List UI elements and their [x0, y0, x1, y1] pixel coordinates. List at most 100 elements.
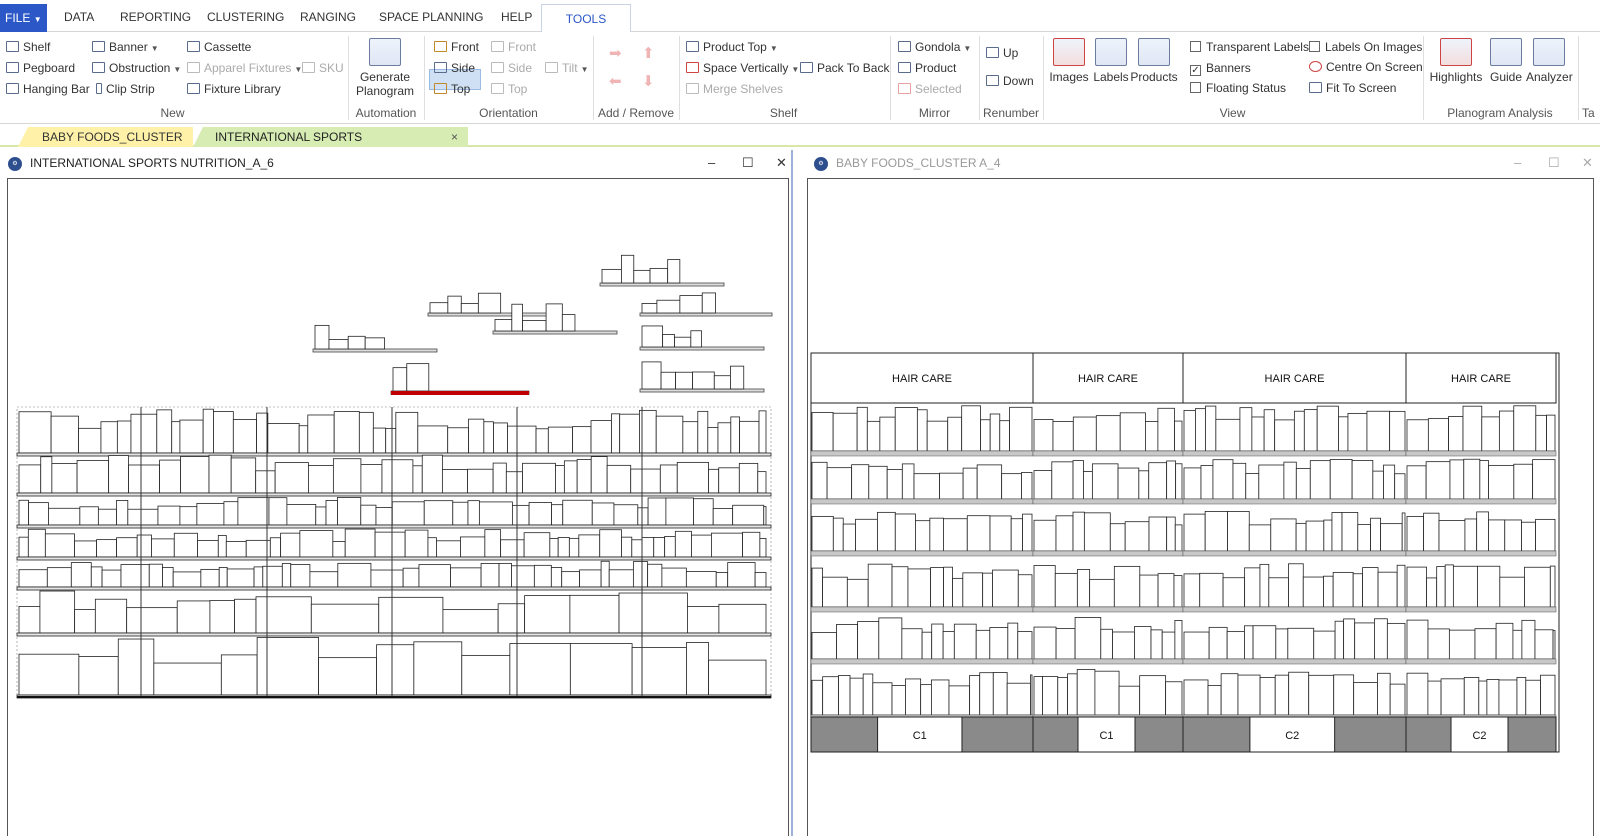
menu-space-planning[interactable]: SPACE PLANNING	[379, 0, 483, 32]
hanging-bar-button[interactable]: Hanging Bar	[6, 80, 90, 98]
product-facing	[1535, 414, 1547, 452]
cassette-button[interactable]: Cassette	[187, 38, 251, 56]
tilt-button[interactable]: Tilt ▼	[545, 59, 588, 77]
product-facing	[337, 562, 372, 588]
products-button[interactable]: Products	[1130, 38, 1178, 84]
menu-help[interactable]: HELP	[501, 0, 532, 32]
transparent-labels-checkbox[interactable]: Transparent Labels	[1190, 38, 1309, 56]
footer-label: C1	[913, 730, 927, 742]
labels-button[interactable]: Labels	[1092, 38, 1130, 84]
menu-data[interactable]: DATA	[64, 0, 94, 32]
renumber-up-button[interactable]: Up	[986, 44, 1018, 62]
shelf	[1182, 498, 1407, 505]
menu-clustering[interactable]: CLUSTERING	[207, 0, 284, 32]
minimize-icon[interactable]: –	[708, 150, 715, 176]
app-logo-icon: ⚙	[814, 157, 828, 171]
product-facing	[1215, 418, 1241, 452]
maximize-icon[interactable]: ☐	[742, 150, 754, 176]
maximize-icon[interactable]: ☐	[1548, 150, 1560, 176]
analyzer-button[interactable]: Analyzer	[1526, 38, 1573, 84]
file-menu-button[interactable]: FILE ▼	[0, 4, 47, 32]
fit-to-screen-button[interactable]: Fit To Screen	[1309, 79, 1396, 97]
shelf	[1405, 550, 1557, 557]
highlights-button[interactable]: Highlights	[1428, 38, 1484, 84]
top-button[interactable]: Top	[434, 80, 470, 98]
product-top-button[interactable]: Product Top ▼	[686, 38, 778, 56]
highlights-icon	[1440, 38, 1472, 66]
side-button[interactable]: Side	[434, 59, 475, 77]
mirror-product-button[interactable]: Product	[898, 59, 956, 77]
product-facing	[613, 504, 639, 526]
pack-to-back-button[interactable]: Pack To Back	[800, 59, 889, 77]
images-button[interactable]: Images	[1048, 38, 1090, 84]
menu-ranging[interactable]: RANGING	[300, 0, 356, 32]
product-facing	[641, 325, 664, 348]
product-facing	[857, 621, 880, 660]
product-facing	[631, 647, 687, 696]
floating-status-checkbox[interactable]: Floating Status	[1190, 79, 1286, 97]
tab-international-sports-nutrition[interactable]: INTERNATIONAL SPORTS NUTRITION_A_6×	[193, 127, 468, 147]
space-vertically-button[interactable]: Space Vertically ▼	[686, 59, 799, 77]
fixture-front-button[interactable]: Front	[491, 38, 536, 56]
tab-baby-foods[interactable]: BABY FOODS_CLUSTER A_4	[18, 127, 193, 147]
product-facing	[1145, 421, 1159, 452]
shelf	[810, 658, 1034, 665]
product-facing	[1389, 410, 1406, 452]
product-facing	[1427, 418, 1449, 452]
arrow-right-icon[interactable]: ➡	[609, 44, 622, 62]
obstruction-button[interactable]: Obstruction ▼	[92, 59, 181, 77]
product-facing	[1504, 519, 1522, 552]
product-facing	[1440, 678, 1465, 716]
clip-strip-button[interactable]: Clip Strip	[96, 80, 155, 98]
sku-button[interactable]: SKU	[302, 59, 344, 77]
product-facing	[901, 463, 915, 500]
arrow-down-icon[interactable]: ⬇	[642, 72, 655, 90]
shelf	[1032, 658, 1184, 665]
close-icon[interactable]: ✕	[1582, 150, 1593, 176]
product-facing	[1394, 473, 1406, 500]
product-facing	[1377, 571, 1398, 608]
planogram-drawing[interactable]	[8, 179, 789, 836]
product-facing	[961, 405, 981, 452]
mirror-selected-button[interactable]: Selected	[898, 80, 962, 98]
banner-button[interactable]: Banner ▼	[92, 38, 159, 56]
merge-shelves-button[interactable]: Merge Shelves	[686, 80, 783, 98]
product-facing	[1293, 410, 1305, 452]
centre-on-screen-button[interactable]: Centre On Screen	[1309, 58, 1423, 76]
apparel-fixtures-button[interactable]: Apparel Fixtures ▼	[187, 59, 302, 77]
menu-reporting[interactable]: REPORTING	[120, 0, 191, 32]
front-button[interactable]: Front	[434, 38, 479, 56]
product-facing	[989, 515, 1012, 552]
planogram-canvas[interactable]: HAIR CARE C1 HAIR CARE C1 HAIR CARE C2 HAIR CA…	[807, 178, 1594, 836]
shelf-button[interactable]: Shelf	[6, 38, 50, 56]
arrow-up-icon[interactable]: ⬆	[642, 44, 655, 62]
labels-on-images-checkbox[interactable]: Labels On Images	[1309, 38, 1422, 56]
planogram-window-left: ⚙ INTERNATIONAL SPORTS NUTRITION_A_6 – ☐…	[0, 150, 793, 836]
menu-tools[interactable]: TOOLS	[541, 4, 631, 33]
product-facing	[1054, 572, 1078, 608]
close-tab-icon[interactable]: ×	[451, 127, 458, 147]
product-facing	[676, 461, 709, 494]
banners-checkbox[interactable]: ✓ Banners	[1190, 59, 1251, 77]
close-icon[interactable]: ✕	[776, 150, 787, 176]
renumber-down-button[interactable]: Down	[986, 72, 1034, 90]
product-facing	[511, 303, 523, 332]
fixture-top-button[interactable]: Top	[491, 80, 527, 98]
product-facing	[867, 563, 893, 608]
product-facing	[992, 569, 1019, 608]
product-facing	[687, 606, 720, 634]
product-facing	[901, 628, 923, 660]
pegboard-button[interactable]: Pegboard	[6, 59, 75, 77]
fixture-side-button[interactable]: Side	[491, 59, 532, 77]
fixture-library-button[interactable]: Fixture Library	[187, 80, 281, 98]
product-facing	[660, 371, 677, 390]
mirror-gondola-button[interactable]: Gondola ▼	[898, 38, 971, 56]
guide-button[interactable]: Guide	[1486, 38, 1526, 84]
arrow-left-icon[interactable]: ⬅	[609, 72, 622, 90]
product-facing	[674, 530, 692, 558]
product-facing	[18, 464, 42, 494]
generate-planogram-button[interactable]: Generate Planogram	[354, 38, 416, 98]
planogram-drawing[interactable]: HAIR CARE C1 HAIR CARE C1 HAIR CARE C2 HAIR CA…	[808, 179, 1594, 836]
minimize-icon[interactable]: –	[1514, 150, 1521, 176]
planogram-canvas[interactable]	[7, 178, 789, 836]
